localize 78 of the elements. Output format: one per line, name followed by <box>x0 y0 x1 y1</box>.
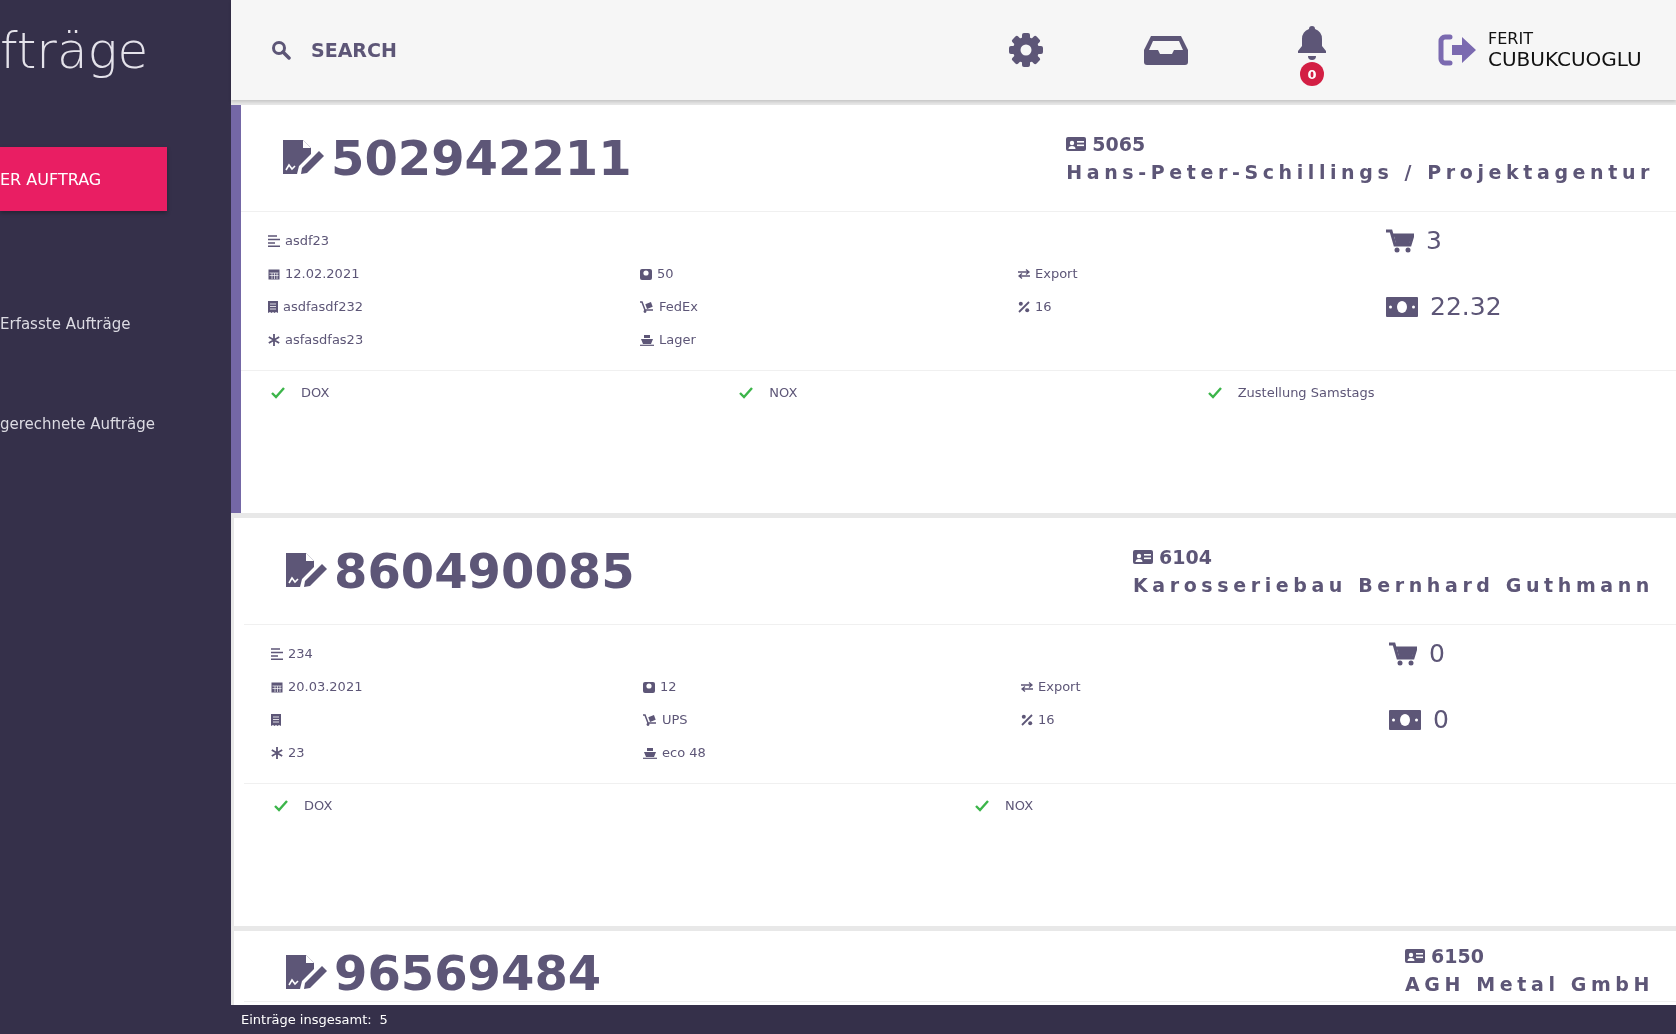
package-count: 12 <box>660 679 677 694</box>
order-date: 12.02.2021 <box>285 266 360 281</box>
total-entries-label: Einträge insgesamt: <box>241 1012 372 1027</box>
order-number: 860490085 <box>334 543 635 599</box>
option-label: DOX <box>304 798 333 813</box>
calendar-icon <box>268 267 280 280</box>
settings-icon[interactable] <box>1006 30 1046 70</box>
order-reference: asdf23 <box>285 233 330 248</box>
user-last-name: CUBUKCUOGLU <box>1488 47 1642 70</box>
warehouse-name: Lager <box>659 332 696 347</box>
exchange-arrows-icon <box>1018 268 1030 279</box>
customer-number: 5065 <box>1092 133 1146 155</box>
order-reference: 234 <box>288 646 313 661</box>
order-card[interactable]: 502942211 5065 Hans-Peter-Schillings / Projektagentur asdf23 12.02.2021 asdfasdf232 asfasdfas23 50 FedEx Lager Export 16 3 22.32 DOX NOX Zustellung Samstags <box>231 105 1676 513</box>
cart-icon <box>1389 641 1417 666</box>
warehouse-name: eco 48 <box>662 745 706 760</box>
order-code: 23 <box>288 745 305 760</box>
sidebar-item[interactable]: gerechnete Aufträge <box>0 415 231 435</box>
order-number: 502942211 <box>331 130 632 186</box>
bell-icon[interactable] <box>1296 24 1328 60</box>
order-amount: 22.32 <box>1430 292 1502 321</box>
tax-rate: 16 <box>1038 712 1055 727</box>
page-title: fträge <box>0 22 150 82</box>
customer-name: Hans-Peter-Schillings / Projektagentur <box>1066 161 1654 183</box>
tax-rate: 16 <box>1035 299 1052 314</box>
weight-icon <box>643 680 655 693</box>
shipment-direction: Export <box>1038 679 1081 694</box>
receipt-icon <box>271 713 281 726</box>
percent-icon <box>1021 713 1033 726</box>
order-card[interactable]: 860490085 6104 Karosseriebau Bernhard Guthmann 234 20.03.2021 23 12 UPS eco 48 Export 16 0 0 DOX NOX <box>234 518 1676 926</box>
carrier-name: FedEx <box>659 299 698 314</box>
receipt-icon <box>268 300 278 313</box>
total-entries-count: 5 <box>379 1012 388 1027</box>
order-number: 96569484 <box>334 945 602 1001</box>
order-card[interactable]: 96569484 6150 AGH Metal GmbH <box>234 931 1676 1005</box>
shipment-direction: Export <box>1035 266 1078 281</box>
percent-icon <box>1018 300 1030 313</box>
user-first-name: FERIT <box>1488 30 1534 48</box>
order-code: asfasdfas23 <box>285 332 364 347</box>
id-card-icon <box>1405 949 1426 963</box>
exchange-arrows-icon <box>1021 681 1033 692</box>
order-date: 20.03.2021 <box>288 679 363 694</box>
inbox-icon[interactable] <box>1143 34 1189 66</box>
sidebar-item[interactable]: Erfasste Aufträge <box>0 315 231 335</box>
logout-icon[interactable] <box>1438 33 1478 67</box>
banknote-icon <box>1386 296 1418 317</box>
asterisk-icon <box>268 333 280 346</box>
ship-icon <box>640 333 654 346</box>
customer-number: 6150 <box>1431 945 1484 967</box>
hand-truck-icon <box>643 713 657 726</box>
id-card-icon <box>1133 550 1153 564</box>
search-field[interactable]: SEARCH <box>309 38 513 62</box>
customer-name: Karosseriebau Bernhard Guthmann <box>1133 574 1654 596</box>
new-order-button[interactable]: ER AUFTRAG <box>0 147 167 211</box>
option-label: NOX <box>1005 798 1034 813</box>
cart-count: 3 <box>1426 226 1442 255</box>
option-label: Zustellung Samstags <box>1237 385 1375 400</box>
text-lines-icon <box>268 234 280 247</box>
option-label: NOX <box>769 385 798 400</box>
text-lines-icon <box>271 647 283 660</box>
invoice-number: asdfasdf232 <box>283 299 363 314</box>
customer-number: 6104 <box>1159 546 1212 568</box>
notification-badge: 0 <box>1300 62 1324 86</box>
search-icon <box>271 40 291 60</box>
ship-icon <box>643 746 657 759</box>
cart-icon <box>1386 228 1414 253</box>
banknote-icon <box>1389 709 1421 730</box>
id-card-icon <box>1066 137 1087 151</box>
option-label: DOX <box>301 385 330 400</box>
order-amount: 0 <box>1433 705 1449 734</box>
cart-count: 0 <box>1429 639 1445 668</box>
asterisk-icon <box>271 746 283 759</box>
carrier-name: UPS <box>662 712 688 727</box>
hand-truck-icon <box>640 300 654 313</box>
package-count: 50 <box>657 266 674 281</box>
customer-name: AGH Metal GmbH <box>1405 973 1654 995</box>
calendar-icon <box>271 680 283 693</box>
weight-icon <box>640 267 652 280</box>
